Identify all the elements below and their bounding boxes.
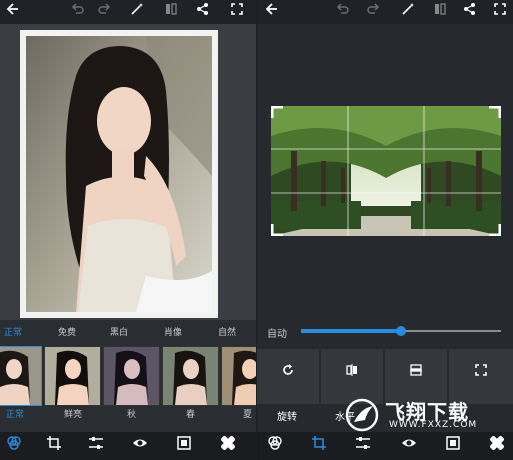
back-arrow-icon[interactable]: [2, 0, 24, 24]
filter-names: 正常 鲜亮 秋 春 夏: [0, 404, 256, 426]
flip-horizontal-button[interactable]: [321, 349, 383, 404]
undo-icon[interactable]: [66, 0, 88, 24]
filter-category-nature[interactable]: 自然: [218, 324, 236, 342]
magic-wand-icon[interactable]: [397, 0, 419, 24]
portrait-photo: [26, 36, 212, 312]
crop-icon[interactable]: [40, 432, 68, 460]
adjust-icon[interactable]: [349, 432, 377, 460]
filter-category-free[interactable]: 免费: [58, 324, 76, 342]
bottom-toolbar: [257, 432, 513, 460]
rotate-icon: [257, 363, 319, 381]
filter-name-normal[interactable]: 正常: [6, 404, 24, 426]
filter-thumb[interactable]: [103, 346, 160, 406]
undo-icon[interactable]: [331, 0, 353, 24]
filter-categories: 正常 免费 黑白 肖像 自然: [0, 324, 256, 342]
crop-icon[interactable]: [305, 432, 333, 460]
filter-category-normal[interactable]: 正常: [4, 324, 22, 342]
redo-icon[interactable]: [94, 0, 116, 24]
share-icon[interactable]: [459, 0, 481, 24]
frame-icon[interactable]: [439, 432, 467, 460]
filters-icon[interactable]: [0, 432, 28, 460]
crop-photo[interactable]: [270, 105, 502, 237]
straighten-slider-thumb[interactable]: [396, 326, 406, 336]
watermark: 飞翔下载 WWW.FXXZ.COM: [345, 398, 513, 432]
filter-thumb[interactable]: [44, 346, 101, 406]
back-arrow-icon[interactable]: [261, 0, 283, 24]
adjust-icon[interactable]: [82, 432, 110, 460]
straighten-slider-fill: [301, 329, 401, 333]
filter-name-vivid[interactable]: 鲜亮: [64, 404, 82, 426]
healing-icon[interactable]: [214, 432, 242, 460]
healing-icon[interactable]: [483, 432, 511, 460]
rotate-label: 旋转: [277, 412, 297, 423]
filters-screen: 正常 免费 黑白 肖像 自然 正常 鲜亮 秋 春 夏: [0, 0, 256, 460]
top-toolbar: [257, 0, 513, 24]
crop-screen: 自动 旋转 水平 飞翔下载 WWW.FXXZ.COM: [257, 0, 513, 460]
redo-icon[interactable]: [363, 0, 385, 24]
frame-icon[interactable]: [170, 432, 198, 460]
filter-category-portrait[interactable]: 肖像: [164, 324, 182, 342]
eye-icon[interactable]: [395, 432, 423, 460]
filter-name-summer[interactable]: 夏: [243, 404, 252, 426]
tree-avenue-photo: [270, 105, 502, 237]
auto-label: 自动: [267, 329, 287, 340]
compare-icon[interactable]: [429, 0, 451, 24]
flip-vertical-icon: [385, 363, 447, 381]
filter-thumbnails: [0, 346, 256, 406]
fullscreen-icon[interactable]: [489, 0, 511, 24]
filter-thumb[interactable]: [162, 346, 219, 406]
eye-icon[interactable]: [126, 432, 154, 460]
compare-icon[interactable]: [160, 0, 182, 24]
filter-name-spring[interactable]: 春: [186, 404, 195, 426]
magic-wand-icon[interactable]: [126, 0, 148, 24]
filter-thumb[interactable]: [0, 346, 42, 406]
filter-category-bw[interactable]: 黑白: [110, 324, 128, 342]
flip-horizontal-icon: [321, 363, 383, 381]
crop-fit-icon: [449, 363, 513, 381]
rotate-button[interactable]: [257, 349, 319, 404]
filters-icon[interactable]: [261, 432, 289, 460]
bottom-toolbar: [0, 432, 256, 460]
watermark-logo-icon: [345, 398, 379, 432]
fullscreen-icon[interactable]: [226, 0, 248, 24]
photo-frame: [20, 30, 218, 318]
filter-name-autumn[interactable]: 秋: [127, 404, 136, 426]
top-toolbar: [0, 0, 256, 24]
share-icon[interactable]: [192, 0, 214, 24]
watermark-url: WWW.FXXZ.COM: [389, 420, 478, 430]
filter-thumb[interactable]: [221, 346, 256, 406]
